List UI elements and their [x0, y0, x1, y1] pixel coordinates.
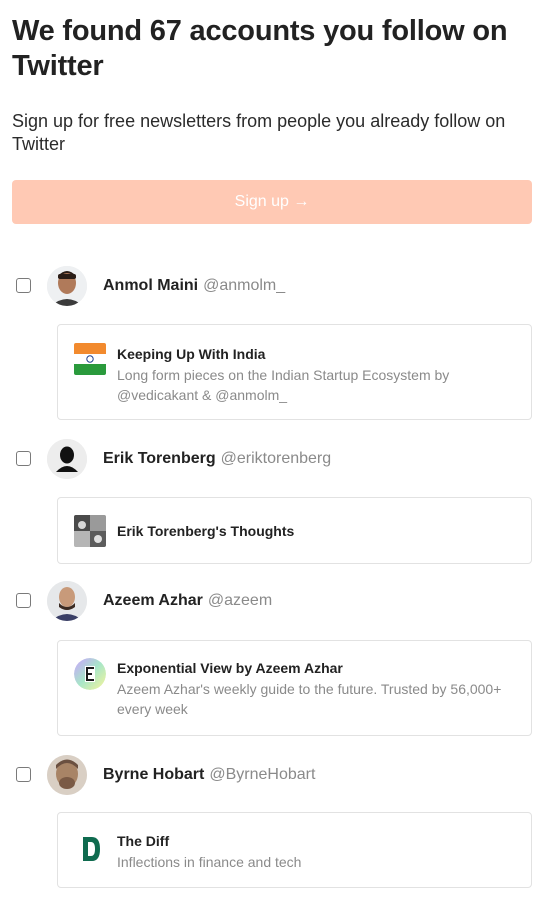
account-name: Erik Torenberg: [103, 450, 216, 467]
account-name-line: Anmol Maini @anmolm_: [103, 277, 285, 295]
account-item: Anmol Maini @anmolm_: [0, 266, 554, 306]
account-row: Erik Torenberg @eriktorenberg: [0, 439, 554, 479]
account-name-line: Azeem Azhar @azeem: [103, 592, 272, 610]
account-checkbox[interactable]: [16, 593, 31, 608]
publication-card[interactable]: Erik Torenberg's Thoughts: [57, 497, 532, 564]
account-checkbox[interactable]: [16, 767, 31, 782]
publication-card[interactable]: The Diff Inflections in finance and tech: [57, 812, 532, 888]
publication-card[interactable]: Exponential View by Azeem Azhar Azeem Az…: [57, 640, 532, 736]
account-name: Anmol Maini: [103, 277, 199, 294]
photo-collage-icon: [74, 515, 106, 547]
publication-title: Exponential View by Azeem Azhar: [117, 660, 343, 676]
avatar-photo-icon: [47, 266, 87, 306]
avatar: [47, 266, 87, 306]
exponential-view-logo-icon: [74, 658, 106, 690]
account-name: Byrne Hobart: [103, 766, 205, 783]
page: We found 67 accounts you follow on Twitt…: [0, 0, 554, 900]
publication-description: Azeem Azhar's weekly guide to the future…: [117, 681, 502, 717]
page-subtitle: Sign up for free newsletters from people…: [12, 111, 506, 154]
account-row: Anmol Maini @anmolm_: [0, 266, 554, 306]
avatar: [47, 755, 87, 795]
publication-title: Erik Torenberg's Thoughts: [117, 523, 295, 539]
account-handle: @eriktorenberg: [220, 450, 332, 467]
account-row: Azeem Azhar @azeem: [0, 581, 554, 621]
avatar: [47, 439, 87, 479]
sign-up-button[interactable]: Sign up →: [12, 180, 532, 224]
the-diff-logo-icon: [74, 833, 106, 865]
publication-title: Keeping Up With India: [117, 346, 266, 362]
account-item: Byrne Hobart @ByrneHobart: [0, 755, 554, 795]
avatar-photo-icon: [47, 581, 87, 621]
publication-card[interactable]: Keeping Up With India Long form pieces o…: [57, 324, 532, 420]
publication-text: Exponential View by Azeem Azhar Azeem Az…: [117, 659, 517, 719]
account-name-line: Erik Torenberg @eriktorenberg: [103, 450, 331, 468]
publication-text: Keeping Up With India Long form pieces o…: [117, 345, 517, 405]
account-checkbox[interactable]: [16, 278, 31, 293]
account-name: Azeem Azhar: [103, 592, 203, 609]
account-checkbox[interactable]: [16, 451, 31, 466]
account-name-line: Byrne Hobart @ByrneHobart: [103, 766, 315, 784]
publication-description: Long form pieces on the Indian Startup E…: [117, 367, 450, 403]
publication-text: Erik Torenberg's Thoughts: [117, 522, 517, 540]
account-row: Byrne Hobart @ByrneHobart: [0, 755, 554, 795]
avatar: [47, 581, 87, 621]
avatar-photo-icon: [47, 755, 87, 795]
publication-text: The Diff Inflections in finance and tech: [117, 832, 517, 872]
publication-title: The Diff: [117, 833, 170, 849]
page-title: We found 67 accounts you follow on Twitt…: [12, 15, 508, 82]
publication-description: Inflections in finance and tech: [117, 854, 302, 870]
account-item: Azeem Azhar @azeem: [0, 581, 554, 621]
account-item: Erik Torenberg @eriktorenberg: [0, 439, 554, 479]
india-flag-icon: [74, 343, 106, 375]
account-handle: @anmolm_: [203, 277, 286, 294]
account-handle: @ByrneHobart: [209, 766, 316, 783]
avatar-silhouette-icon: [47, 439, 87, 479]
account-handle: @azeem: [207, 592, 273, 609]
